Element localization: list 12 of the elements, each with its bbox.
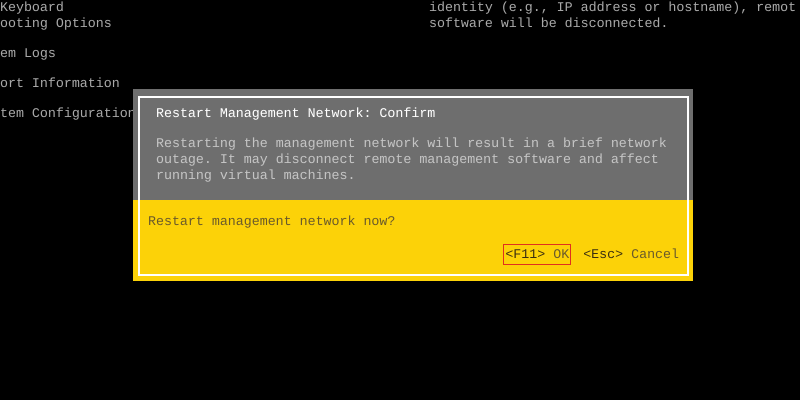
dialog-button[interactable]: <F11> OK — [503, 244, 572, 265]
dialog-title: Restart Management Network: Confirm — [156, 105, 436, 123]
menu-item[interactable]: ooting Options — [0, 16, 136, 32]
info-text: software will be disconnected. — [429, 16, 670, 32]
dialog-question: Restart management network now? — [148, 214, 396, 230]
menu-item[interactable]: Keyboard — [0, 0, 136, 16]
dialog-message: Restarting the management network will result in a brief network outage. It may disconnect remote management software and affect running virtual machines. — [156, 136, 668, 184]
menu-item[interactable]: ort Information — [0, 76, 136, 92]
info-text: identity (e.g., IP address or hostname), remot — [429, 0, 798, 16]
menu-item[interactable]: tem Configuration — [0, 106, 136, 122]
dialog-button[interactable]: <Esc> Cancel — [581, 244, 681, 265]
menu-item[interactable]: em Logs — [0, 46, 136, 62]
